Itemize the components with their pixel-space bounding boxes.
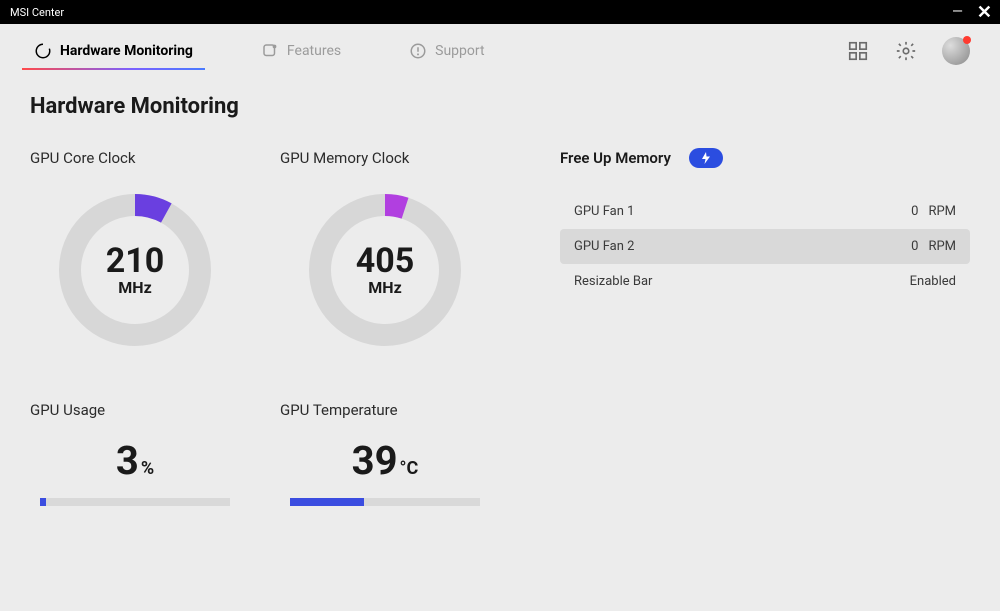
window-controls: — ✕ bbox=[952, 2, 992, 23]
status-name: GPU Fan 1 bbox=[574, 204, 634, 219]
status-name: GPU Fan 2 bbox=[574, 239, 634, 254]
gauge-value: 210 bbox=[106, 244, 165, 278]
gpu-memory-clock-gauge: GPU Memory Clock 405 MHz bbox=[280, 149, 490, 355]
support-icon bbox=[409, 42, 427, 60]
free-up-button[interactable] bbox=[689, 148, 723, 168]
status-list: GPU Fan 1 0RPM GPU Fan 2 0RPM Resizable Bar E… bbox=[560, 194, 970, 299]
free-up-memory: Free Up Memory bbox=[560, 148, 970, 168]
gauge-label: GPU Core Clock bbox=[30, 149, 240, 167]
minimize-button[interactable]: — bbox=[952, 4, 963, 20]
status-name: Resizable Bar bbox=[574, 274, 652, 289]
gpu-core-clock-gauge: GPU Core Clock 210 MHz bbox=[30, 149, 240, 355]
gpu-temperature-metric: GPU Temperature 39 °C bbox=[280, 401, 490, 506]
tab-hardware-monitoring[interactable]: Hardware Monitoring bbox=[30, 34, 197, 68]
header-actions bbox=[846, 37, 970, 65]
tab-features[interactable]: Features bbox=[257, 34, 345, 68]
gpu-usage-metric: GPU Usage 3 % bbox=[30, 401, 240, 506]
monitoring-icon bbox=[34, 42, 52, 60]
gpu-temp-bar bbox=[290, 498, 480, 506]
settings-icon[interactable] bbox=[894, 39, 918, 63]
metric-label: GPU Temperature bbox=[280, 401, 490, 419]
features-icon bbox=[261, 42, 279, 60]
close-button[interactable]: ✕ bbox=[977, 2, 992, 23]
user-avatar[interactable] bbox=[942, 37, 970, 65]
status-row: GPU Fan 1 0RPM bbox=[560, 194, 970, 229]
gpu-usage-bar bbox=[40, 498, 230, 506]
metric-value: 3 bbox=[116, 437, 139, 484]
tab-label: Hardware Monitoring bbox=[60, 43, 193, 59]
status-value: 0RPM bbox=[911, 204, 956, 219]
status-row: GPU Fan 2 0RPM bbox=[560, 229, 970, 264]
status-value: 0RPM bbox=[911, 239, 956, 254]
page-title: Hardware Monitoring bbox=[30, 94, 530, 119]
status-row: Resizable Bar Enabled bbox=[560, 264, 970, 299]
free-up-label: Free Up Memory bbox=[560, 149, 671, 167]
tab-support[interactable]: Support bbox=[405, 34, 488, 68]
gauge-unit: MHz bbox=[368, 278, 401, 297]
metric-unit: % bbox=[141, 458, 154, 479]
metric-value: 39 bbox=[352, 437, 398, 484]
tab-label: Support bbox=[435, 43, 484, 59]
tab-bar: Hardware Monitoring Features Support bbox=[0, 24, 1000, 68]
window-title: MSI Center bbox=[10, 6, 64, 19]
title-bar: MSI Center — ✕ bbox=[0, 0, 1000, 24]
gauge-unit: MHz bbox=[118, 278, 151, 297]
status-value: Enabled bbox=[910, 274, 956, 289]
metric-label: GPU Usage bbox=[30, 401, 240, 419]
lightning-icon bbox=[701, 152, 711, 164]
tab-label: Features bbox=[287, 43, 341, 59]
metric-unit: °C bbox=[400, 458, 419, 479]
gauge-value: 405 bbox=[356, 244, 415, 278]
apps-icon[interactable] bbox=[846, 39, 870, 63]
gauge-label: GPU Memory Clock bbox=[280, 149, 490, 167]
